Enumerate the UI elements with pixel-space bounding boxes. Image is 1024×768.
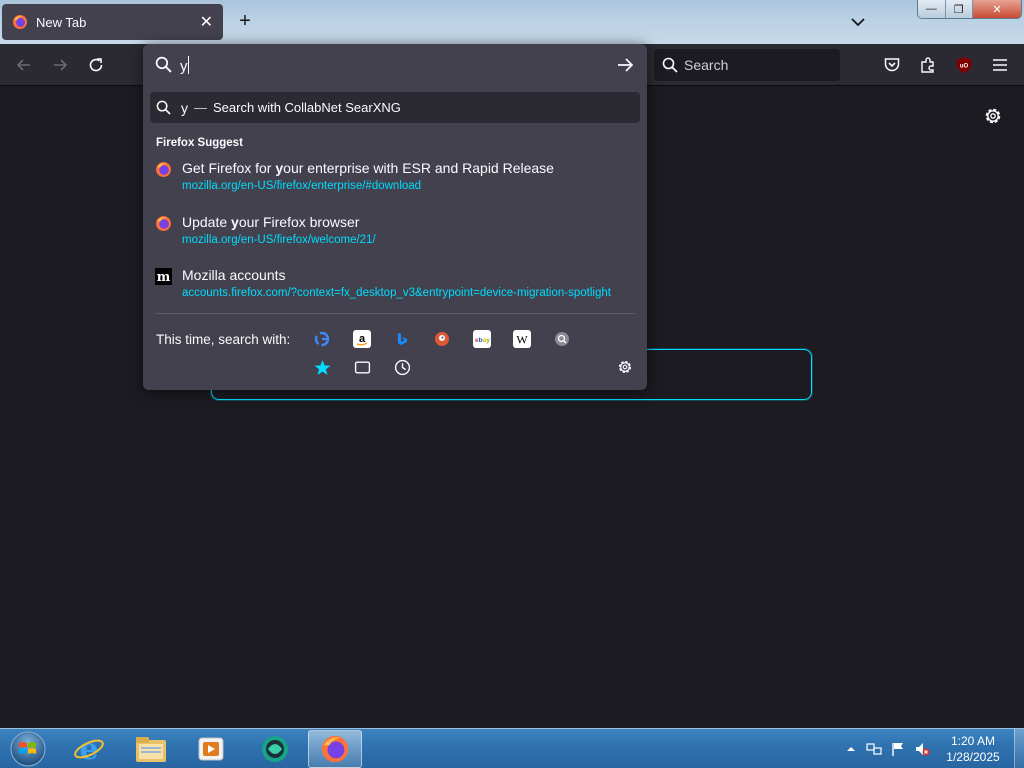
pocket-icon <box>884 58 900 72</box>
minimize-button[interactable]: — <box>918 0 946 18</box>
hamburger-menu-icon <box>993 59 1007 71</box>
heuristic-separator: — <box>194 100 207 115</box>
search-settings-gear-icon[interactable] <box>616 358 634 376</box>
text-caret <box>188 56 189 74</box>
ebay-icon[interactable]: ebay <box>473 330 491 348</box>
action-center-flag-icon[interactable] <box>890 741 906 757</box>
customize-gear-icon[interactable] <box>982 105 1004 127</box>
svg-text:ebay: ebay <box>475 337 490 344</box>
heuristic-label: Search with CollabNet SearXNG <box>213 100 401 115</box>
windows-explorer-icon[interactable] <box>124 730 178 768</box>
svg-text:e: e <box>79 733 98 765</box>
suggestion-row[interactable]: Update your Firefox browser mozilla.org/… <box>155 212 635 258</box>
show-desktop-button[interactable] <box>1014 729 1024 768</box>
volume-muted-icon[interactable] <box>914 741 930 757</box>
go-arrow-icon[interactable] <box>615 55 635 75</box>
search-icon <box>662 57 678 73</box>
svg-text:uO: uO <box>960 64 969 70</box>
firefox-icon <box>156 216 171 231</box>
pocket-button[interactable] <box>880 53 904 77</box>
suggestion-title: Update your Firefox browser <box>182 214 360 230</box>
suggestion-url: accounts.firefox.com/?context=fx_desktop… <box>182 287 611 299</box>
address-input[interactable] <box>180 56 600 76</box>
app-icon[interactable] <box>248 730 302 768</box>
puzzle-icon <box>921 57 934 73</box>
forward-arrow-icon <box>54 59 68 71</box>
reload-icon <box>89 58 103 72</box>
tab-title: New Tab <box>36 14 87 30</box>
firefox-icon <box>13 15 27 29</box>
new-tab-button[interactable]: + <box>234 10 256 32</box>
ublock-button[interactable]: uO <box>952 53 976 77</box>
taskbar: e 1:20 AM 1/28/2025 <box>0 728 1024 768</box>
clock-time: 1:20 AM <box>950 734 996 748</box>
restore-button[interactable]: ❐ <box>945 0 974 18</box>
address-bar-dropdown: y — Search with CollabNet SearXNG Firefo… <box>143 44 647 390</box>
close-window-button[interactable]: ✕ <box>973 0 1021 18</box>
svg-text:a: a <box>359 333 366 345</box>
suggestion-url: mozilla.org/en-US/firefox/welcome/21/ <box>182 234 376 246</box>
close-tab-icon[interactable]: ✕ <box>200 12 213 32</box>
search-icon <box>156 100 171 115</box>
back-button[interactable] <box>12 53 36 77</box>
firefox-icon <box>321 735 349 763</box>
search-icon <box>155 56 172 73</box>
suggestion-title: Mozilla accounts <box>182 267 286 283</box>
menu-button[interactable] <box>988 53 1012 77</box>
history-icon[interactable] <box>393 358 411 376</box>
bookmarks-icon[interactable] <box>313 358 331 376</box>
media-player-icon[interactable] <box>184 730 238 768</box>
svg-text:W: W <box>516 333 528 347</box>
suggestion-url: mozilla.org/en-US/firefox/enterprise/#do… <box>182 180 422 192</box>
reload-button[interactable] <box>84 53 108 77</box>
heuristic-search-result[interactable]: y — Search with CollabNet SearXNG <box>150 92 640 123</box>
wikipedia-icon[interactable]: W <box>513 330 531 348</box>
tab-strip: New Tab ✕ + — ❐ ✕ <box>0 0 1024 44</box>
divider <box>155 313 635 314</box>
suggestion-row[interactable]: Get Firefox for your enterprise with ESR… <box>155 158 635 204</box>
show-hidden-icons-icon[interactable] <box>843 741 859 757</box>
mozilla-m-icon: m <box>155 268 172 285</box>
internet-explorer-icon[interactable]: e <box>62 730 116 768</box>
tab-new-tab[interactable]: New Tab ✕ <box>2 4 223 40</box>
duckduckgo-icon[interactable] <box>433 330 451 348</box>
svg-text:m: m <box>157 270 171 285</box>
clock-date: 1/28/2025 <box>946 750 1000 764</box>
firefox-icon <box>156 162 171 177</box>
suggestion-title: Get Firefox for your enterprise with ESR… <box>182 160 554 176</box>
amazon-icon[interactable]: a <box>353 330 371 348</box>
firefox-taskbar-button[interactable] <box>308 730 362 768</box>
google-icon[interactable] <box>313 330 331 348</box>
heuristic-query: y <box>181 99 188 116</box>
taskbar-clock[interactable]: 1:20 AM 1/28/2025 <box>937 733 1009 765</box>
forward-button[interactable] <box>48 53 72 77</box>
address-bar[interactable] <box>143 44 647 86</box>
one-off-search-label: This time, search with: <box>156 332 291 347</box>
network-icon[interactable] <box>866 741 882 757</box>
bing-icon[interactable] <box>393 330 411 348</box>
extensions-button[interactable] <box>916 53 940 77</box>
window-controls: — ❐ ✕ <box>917 0 1022 19</box>
suggestion-row[interactable]: m Mozilla accounts accounts.firefox.com/… <box>155 265 635 311</box>
ublock-origin-icon: uO <box>957 57 971 73</box>
tabs-icon[interactable] <box>353 358 371 376</box>
back-arrow-icon <box>16 59 30 71</box>
windows-start-orb-icon[interactable] <box>4 729 48 768</box>
searxng-icon[interactable] <box>553 330 571 348</box>
chevron-down-icon[interactable] <box>848 12 868 32</box>
group-label: Firefox Suggest <box>156 137 243 149</box>
search-bar[interactable]: Search <box>654 49 840 81</box>
search-bar-placeholder: Search <box>684 57 729 73</box>
